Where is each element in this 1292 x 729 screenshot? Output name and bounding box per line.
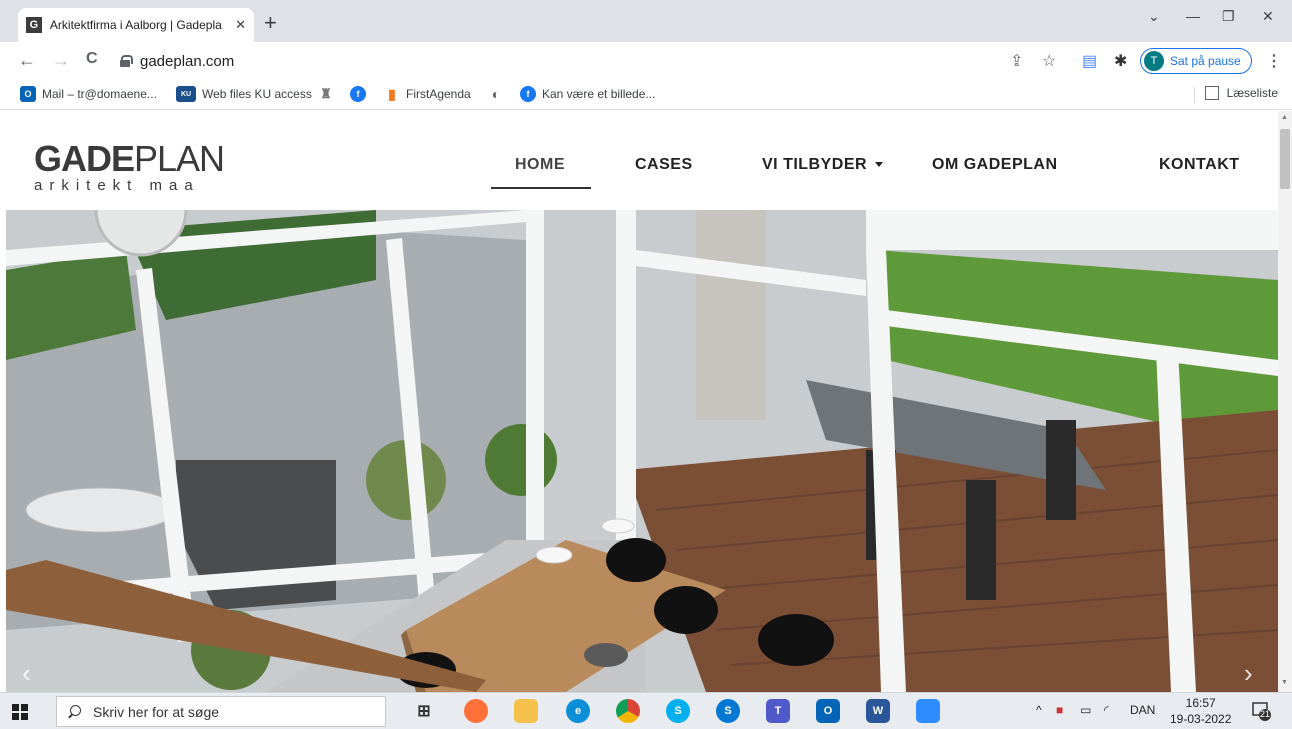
browser-tab-strip: G Arkitektfirma i Aalborg | Gadepla ✕ + …: [0, 0, 1292, 42]
close-window-button[interactable]: ✕: [1262, 8, 1274, 25]
task-view-icon[interactable]: ⊞: [412, 699, 436, 723]
taskbar-search-box[interactable]: Skriv her for at søge: [56, 696, 386, 727]
skype-icon[interactable]: S: [666, 699, 690, 723]
profile-status: Sat på pause: [1170, 54, 1241, 68]
chrome-icon[interactable]: [616, 699, 640, 723]
tray-overflow-chevron-icon[interactable]: ^: [1036, 703, 1042, 717]
bookmark-facebook-image[interactable]: f Kan være et billede...: [520, 86, 655, 102]
site-logo[interactable]: GADEPLAN arkitekt maa: [34, 138, 225, 195]
bookmark-label: Web files KU access: [202, 87, 312, 101]
nav-vi-tilbyder-label: VI TILBYDER: [762, 156, 868, 173]
wifi-icon[interactable]: ◜: [1104, 703, 1109, 717]
zoom-icon[interactable]: [916, 699, 940, 723]
scroll-down-arrow-icon[interactable]: ▼: [1281, 679, 1288, 686]
logo-tagline: arkitekt maa: [34, 177, 200, 194]
notification-count: 21: [1260, 709, 1271, 719]
outlook-icon: O: [20, 86, 36, 102]
word-icon[interactable]: W: [866, 699, 890, 723]
bookmark-facebook[interactable]: f: [350, 86, 372, 102]
nav-active-underline: [491, 187, 591, 189]
bookmark-crest[interactable]: ♜: [318, 86, 340, 102]
file-explorer-icon[interactable]: [514, 699, 538, 723]
avatar: T: [1144, 51, 1164, 71]
outlook-icon[interactable]: O: [816, 699, 840, 723]
nav-vi-tilbyder[interactable]: VI TILBYDER: [762, 156, 884, 174]
slider-next-button[interactable]: ›: [1244, 658, 1253, 689]
nav-home[interactable]: HOME: [515, 156, 565, 174]
language-indicator[interactable]: DAN: [1130, 703, 1155, 717]
forward-button[interactable]: →: [52, 50, 70, 71]
nav-cases[interactable]: CASES: [635, 156, 693, 174]
globe-icon: ◐: [491, 86, 501, 102]
lock-icon[interactable]: [120, 55, 133, 67]
nav-om-gadeplan[interactable]: OM GADEPLAN: [932, 156, 1058, 174]
hero-photo-illustration: [6, 210, 1278, 692]
site-favicon: G: [26, 17, 42, 33]
hero-slider-image: › ‹: [6, 210, 1278, 692]
browser-tab[interactable]: G Arkitektfirma i Aalborg | Gadepla ✕: [18, 8, 254, 42]
battery-icon[interactable]: ▭: [1080, 703, 1091, 717]
reload-button[interactable]: C: [86, 50, 98, 68]
share-icon[interactable]: ⇪: [1010, 51, 1023, 71]
tab-close-icon[interactable]: ✕: [235, 17, 246, 33]
ku-web-icon: KU: [176, 86, 196, 102]
teams-icon[interactable]: T: [766, 699, 790, 723]
reading-list-button[interactable]: Læseliste: [1204, 86, 1278, 100]
browser-toolbar: ← → C gadeplan.com ⇪ ☆ ▤ ✱ T Sat på paus…: [0, 42, 1292, 80]
extensions-puzzle-icon[interactable]: ✱: [1114, 51, 1127, 71]
clock-date: 19-03-2022: [1170, 712, 1232, 726]
dropdown-caret-icon: [875, 162, 884, 168]
back-button[interactable]: ←: [18, 50, 36, 71]
bookmark-mail[interactable]: O Mail – tr@domaene...: [20, 86, 157, 102]
bookmark-star-icon[interactable]: ☆: [1042, 51, 1056, 71]
bookmarks-bar: O Mail – tr@domaene... KU Web files KU a…: [0, 80, 1292, 110]
taskbar-clock[interactable]: 16:57 19-03-2022: [1170, 695, 1231, 727]
tray-app-icon[interactable]: ■: [1056, 703, 1063, 717]
windows-taskbar: Skriv her for at søge ⊞ e S S T O W ^ ■ …: [0, 692, 1292, 729]
bookmark-firstagenda[interactable]: ▮ FirstAgenda: [384, 86, 471, 102]
firstagenda-icon: ▮: [388, 85, 396, 102]
bookmarks-divider: [1194, 87, 1195, 103]
minimize-button[interactable]: —: [1186, 8, 1200, 24]
bookmark-ku-web-files[interactable]: KU Web files KU access: [176, 86, 312, 102]
bookmark-label: Mail – tr@domaene...: [42, 87, 157, 101]
nav-kontakt[interactable]: KONTAKT: [1159, 156, 1240, 174]
tab-title: Arkitektfirma i Aalborg | Gadepla: [49, 18, 222, 32]
taskbar-search-placeholder: Skriv her for at søge: [93, 703, 220, 720]
web-page: GADEPLAN arkitekt maa HOME CASES VI TILB…: [0, 111, 1278, 692]
windows-start-icon[interactable]: [12, 704, 28, 720]
crest-icon: ♜: [320, 86, 332, 101]
slider-prev-button[interactable]: ‹: [22, 658, 31, 689]
browser-menu-icon[interactable]: ⋮: [1266, 51, 1282, 71]
scroll-up-arrow-icon[interactable]: ▲: [1281, 114, 1288, 121]
bookmark-globe[interactable]: ◐: [488, 86, 510, 102]
search-icon: [67, 704, 81, 719]
bookmark-label: Kan være et billede...: [542, 87, 656, 101]
page-scrollbar[interactable]: ▲ ▼: [1278, 111, 1292, 692]
address-bar[interactable]: gadeplan.com: [120, 47, 1020, 75]
logo-wordmark: GADEPLAN: [34, 138, 225, 179]
clock-time: 16:57: [1185, 696, 1216, 710]
facebook-icon: f: [520, 86, 536, 102]
extension-doc-icon[interactable]: ▤: [1082, 51, 1097, 71]
scroll-thumb[interactable]: [1280, 129, 1290, 189]
facebook-icon: f: [350, 86, 366, 102]
profile-button[interactable]: T Sat på pause: [1140, 48, 1252, 74]
firefox-icon[interactable]: [464, 699, 488, 723]
url-text: gadeplan.com: [140, 52, 235, 70]
restore-button[interactable]: ❐: [1222, 8, 1235, 25]
reading-list-label: Læseliste: [1226, 86, 1278, 100]
edge-icon[interactable]: e: [566, 699, 590, 723]
notification-center-icon[interactable]: 21: [1250, 700, 1272, 722]
skype-business-icon[interactable]: S: [716, 699, 740, 723]
tab-search-chevron-icon[interactable]: ⌄: [1148, 8, 1160, 25]
bookmark-label: FirstAgenda: [406, 87, 471, 101]
reading-list-icon: [1204, 86, 1219, 100]
new-tab-button[interactable]: +: [264, 10, 277, 36]
